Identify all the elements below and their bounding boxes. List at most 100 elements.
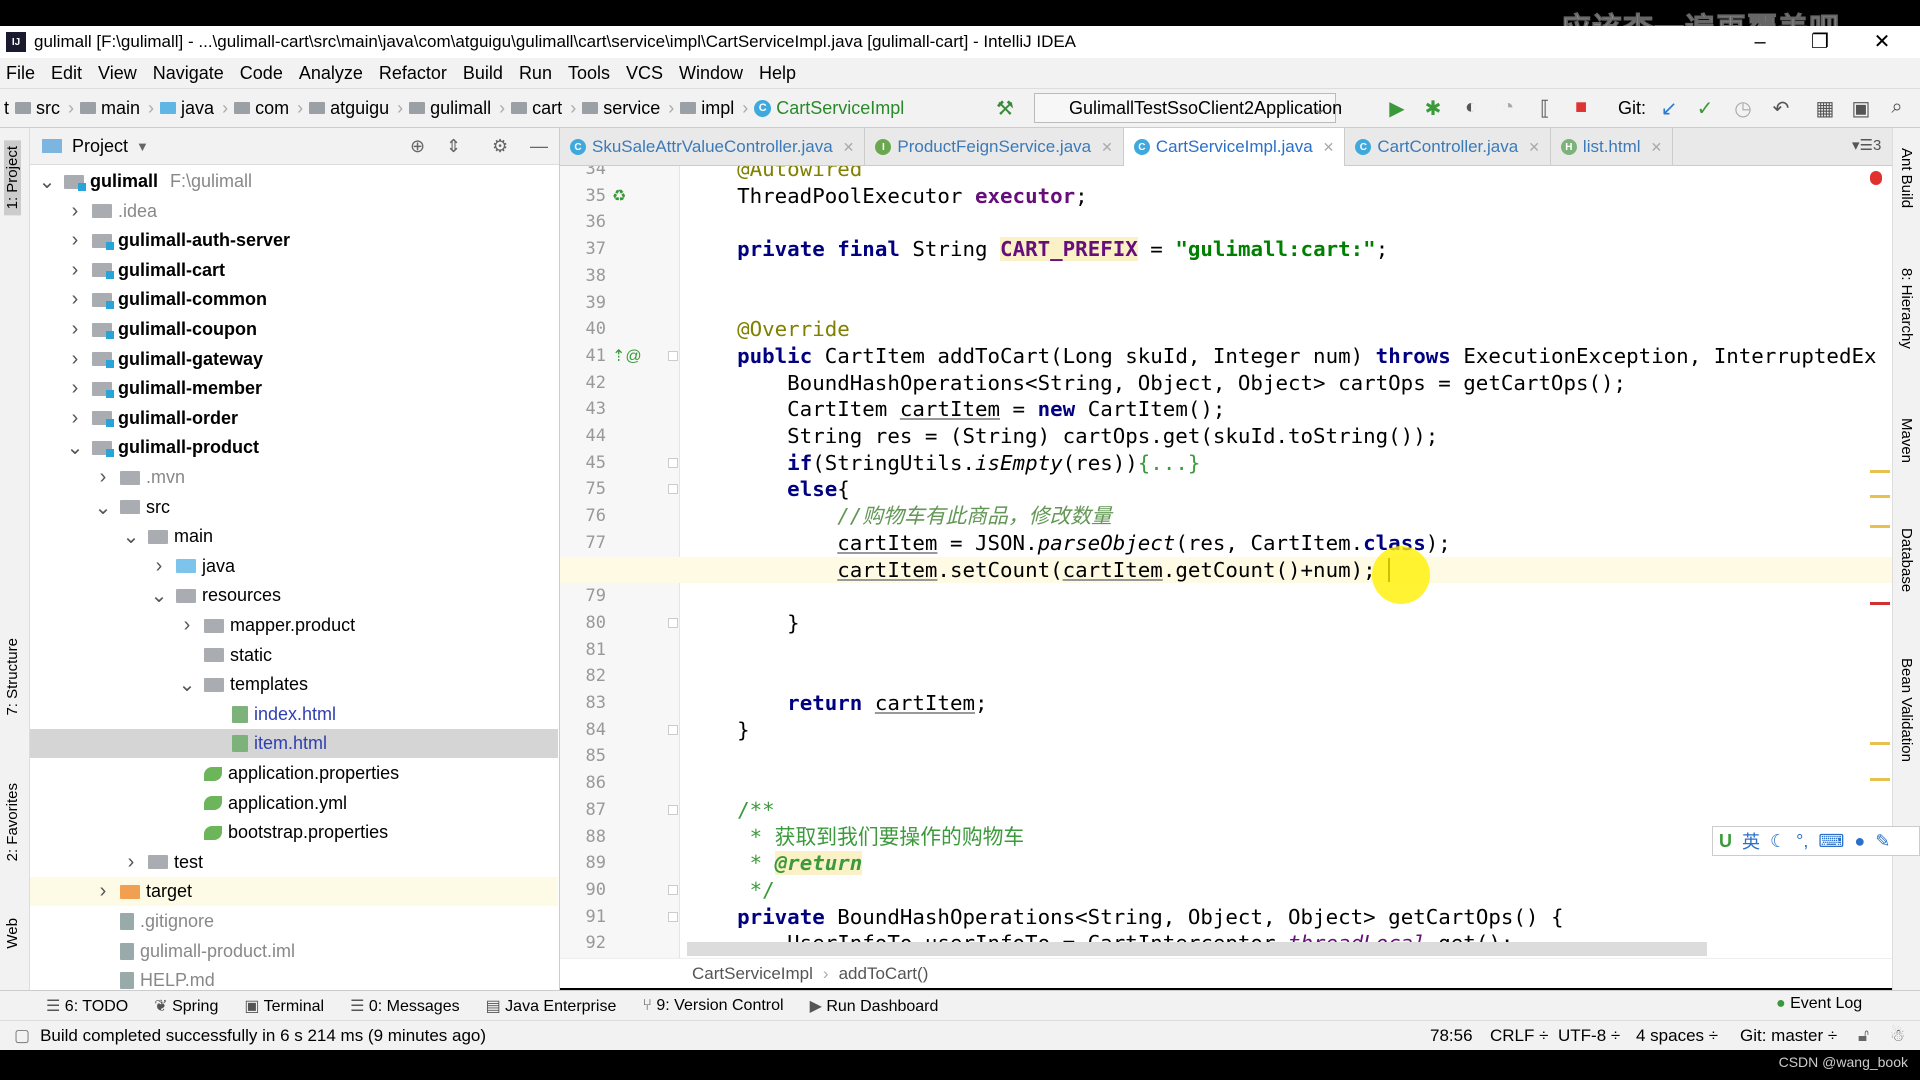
code-line[interactable]: cartItem.setCount(cartItem.getCount()+nu… [687,557,1390,584]
caret-position[interactable]: 78:56 [1430,1026,1473,1046]
tool-tab-database[interactable]: Database [1898,528,1915,592]
encoding-select[interactable]: UTF-8 ÷ [1558,1026,1620,1046]
tool-tab-bean-validation[interactable]: Bean Validation [1898,658,1915,762]
menu-help[interactable]: Help [759,63,796,84]
chevron-down-icon[interactable]: ▼ [136,139,149,154]
gear-icon[interactable]: ⚙ [492,136,508,157]
code-editor[interactable]: 3435363738394041424344457576777879808182… [560,166,1892,971]
horizontal-scrollbar[interactable] [687,942,1707,956]
tree-item-item-html[interactable]: item.html [30,729,558,759]
coverage-icon[interactable]: ◐ [1458,96,1484,119]
menu-code[interactable]: Code [240,63,283,84]
code-line[interactable]: * 获取到我们要操作的购物车 [687,824,1025,851]
tree-item-main[interactable]: ⌄ main [30,522,558,551]
close-tab-icon[interactable]: ✕ [1323,139,1335,156]
tree-item-gulimall-order[interactable]: › gulimall-order [30,404,558,433]
breadcrumb-class[interactable]: CartServiceImpl [692,964,813,984]
line-separator-select[interactable]: CRLF ÷ [1490,1026,1548,1046]
ime-language[interactable]: 英 [1742,828,1760,854]
tabs-overflow-menu[interactable]: ▾☰3 [1852,136,1881,154]
nav-crumb-java[interactable]: java › [160,98,228,119]
nav-crumb-src[interactable]: src › [15,98,74,119]
event-log-button[interactable]: ● Event Log [1776,995,1862,1013]
code-line[interactable]: //购物车有此商品，修改数量 [687,503,1112,530]
indent-select[interactable]: 4 spaces ÷ [1636,1026,1718,1046]
tab-productfeignservice-java[interactable]: I ProductFeignService.java ✕ [865,128,1124,166]
tool-window-6-todo[interactable]: ☰ 6: TODO [46,996,128,1016]
override-icon[interactable]: ⇡@ [612,346,642,366]
chevron-right-icon[interactable]: › [66,348,84,371]
chevron-right-icon[interactable]: › [66,200,84,223]
tab-list-html[interactable]: Hlist.html ✕ [1551,128,1674,166]
tree-item--mvn[interactable]: › .mvn [30,463,558,492]
fold-marker-icon[interactable] [668,724,678,735]
lock-icon[interactable]: 🔓︎ [1858,1026,1869,1046]
search-icon[interactable]: ⌕ [1884,96,1910,119]
close-tab-icon[interactable]: ✕ [1528,139,1540,156]
fold-marker-icon[interactable] [668,911,678,922]
run-icon[interactable]: ▶ [1384,96,1410,121]
warning-marker[interactable] [1870,470,1890,473]
tree-item-gulimall-coupon[interactable]: › gulimall-coupon [30,315,558,344]
ime-toolbar[interactable]: U 英 ☾ °, ⌨ ● ✎ [1712,826,1920,856]
chevron-down-icon[interactable]: ⌄ [94,495,112,520]
maximize-button[interactable]: ❐ [1800,26,1840,58]
inspector-icon[interactable]: ☃︎ [1890,1026,1905,1046]
build-hammer-icon[interactable]: ⚒ [992,96,1018,121]
code-line[interactable]: private BoundHashOperations<String, Obje… [687,904,1563,931]
menu-file[interactable]: File [6,63,35,84]
tree-item-gulimall-product[interactable]: ⌄ gulimall-product [30,433,558,462]
tab-skusaleattrvaluecontroller-java[interactable]: C SkuSaleAttrValueController.java ✕ [560,128,866,166]
tool-tab-hierarchy[interactable]: 8: Hierarchy [1898,268,1915,349]
chevron-right-icon[interactable]: › [66,259,84,282]
chevron-right-icon[interactable]: › [94,880,112,903]
nav-crumb-lead[interactable]: t [4,98,9,119]
tool-tab-project[interactable]: 1: Project [4,140,21,216]
code-line[interactable]: String res = (String) cartOps.get(skuId.… [687,423,1438,450]
code-line[interactable]: */ [687,877,775,904]
nav-crumb-com[interactable]: com › [234,98,303,119]
locate-icon[interactable]: ⊕ [410,136,425,157]
tool-window-terminal[interactable]: ▣ Terminal [244,996,324,1016]
menu-vcs[interactable]: VCS [626,63,663,84]
tree-item-gulimall-member[interactable]: › gulimall-member [30,374,558,403]
tool-tab-favorites[interactable]: 2: Favorites [4,783,21,861]
tree-item--idea[interactable]: › .idea [30,197,558,226]
chevron-right-icon[interactable]: › [178,614,196,637]
code-line[interactable]: if(StringUtils.isEmpty(res)){...} [687,450,1200,477]
chevron-down-icon[interactable]: ⌄ [66,435,84,460]
run-configuration-select[interactable]: GulimallTestSsoClient2Application ⌄ [1034,93,1342,123]
spring-bean-icon[interactable]: ♻ [612,186,626,206]
rollback-icon[interactable]: ↶ [1768,96,1794,121]
code-line[interactable]: @Autowired [687,166,862,183]
menu-analyze[interactable]: Analyze [299,63,363,84]
nav-crumb-atguigu[interactable]: atguigu › [309,98,403,119]
tree-item-src[interactable]: ⌄ src [30,493,558,522]
code-line[interactable]: public CartItem addToCart(Long skuId, In… [687,343,1876,370]
fold-marker-icon[interactable] [668,350,678,361]
tool-window-spring[interactable]: ❦ Spring [154,996,218,1016]
fold-marker-icon[interactable] [668,617,678,628]
menu-edit[interactable]: Edit [51,63,82,84]
tree-item-application-properties[interactable]: application.properties [30,759,558,788]
tree-item-gulimall-common[interactable]: › gulimall-common [30,285,558,314]
moon-icon[interactable]: ☾ [1770,831,1786,852]
menu-view[interactable]: View [98,63,137,84]
git-branch-select[interactable]: Git: master ÷ [1740,1026,1837,1046]
history-icon[interactable]: ◷ [1730,96,1756,121]
project-structure-icon[interactable]: ▦ [1812,96,1838,121]
tree-item-static[interactable]: static [30,641,558,670]
stop-icon[interactable]: ■ [1568,96,1594,119]
chevron-down-icon[interactable]: ⌄ [178,672,196,697]
code-line[interactable]: } [687,717,750,744]
tool-tab-maven[interactable]: Maven [1898,418,1915,463]
tab-cartcontroller-java[interactable]: C CartController.java ✕ [1345,128,1551,166]
fold-marker-icon[interactable] [668,884,678,895]
code-line[interactable]: else{ [687,476,850,503]
fold-marker-icon[interactable] [668,804,678,815]
tree-item-gulimall-gateway[interactable]: › gulimall-gateway [30,345,558,374]
chevron-right-icon[interactable]: › [150,555,168,578]
profile-icon[interactable]: ◔ [1495,96,1521,119]
warning-marker[interactable] [1870,778,1890,781]
menu-refactor[interactable]: Refactor [379,63,447,84]
